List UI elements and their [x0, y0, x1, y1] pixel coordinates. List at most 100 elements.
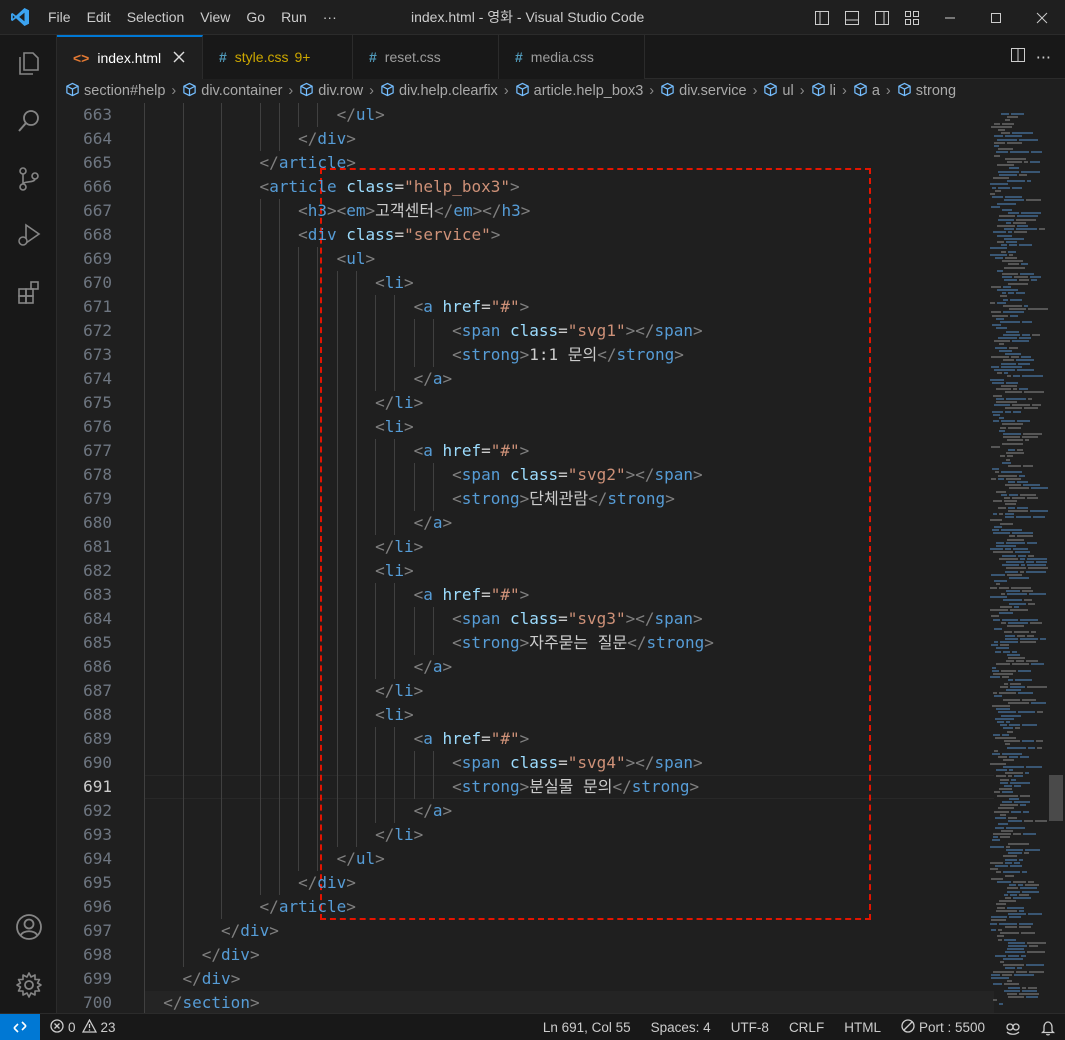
menu-item[interactable]: View — [192, 0, 238, 35]
code-line[interactable]: 697 </div> — [57, 919, 937, 943]
breadcrumb-item[interactable]: section#help › — [65, 82, 182, 101]
menu-item[interactable]: Edit — [79, 0, 119, 35]
minimap-line — [1017, 215, 1038, 218]
code-line[interactable]: 666 <article class="help_box3"> — [57, 175, 937, 199]
accounts-icon[interactable] — [0, 903, 57, 951]
tab-style-css[interactable]: # style.css 9+ — [203, 35, 353, 79]
code-line[interactable]: 676 <li> — [57, 415, 937, 439]
code-line[interactable]: 694 </ul> — [57, 847, 937, 871]
language-mode[interactable]: HTML — [834, 1014, 891, 1040]
breadcrumb-item[interactable]: a › — [853, 82, 897, 101]
toggle-secondary-sidebar-icon[interactable] — [867, 0, 897, 35]
breadcrumb-item[interactable]: div.container › — [182, 82, 299, 101]
minimap-line — [1028, 397, 1032, 400]
minimap-line — [1005, 637, 1018, 640]
code-line[interactable]: 695 </div> — [57, 871, 937, 895]
minimap-line — [1008, 945, 1027, 947]
search-icon[interactable] — [0, 97, 57, 145]
code-line[interactable]: 668 <div class="service"> — [57, 223, 937, 247]
tab-media-css[interactable]: # media.css — [499, 35, 645, 79]
code-line[interactable]: 698 </div> — [57, 943, 937, 967]
breadcrumb-item[interactable]: div.help.clearfix › — [380, 82, 515, 101]
breadcrumb-item[interactable]: li › — [811, 82, 853, 101]
minimap-line — [1005, 951, 1025, 954]
code-line[interactable]: 685 <strong>자주묻는 질문</strong> — [57, 631, 937, 655]
code-line[interactable]: 672 <span class="svg1"></span> — [57, 319, 937, 343]
run-debug-icon[interactable] — [0, 211, 57, 259]
toggle-panel-icon[interactable] — [837, 0, 867, 35]
menu-item[interactable]: File — [40, 0, 79, 35]
cursor-position[interactable]: Ln 691, Col 55 — [533, 1014, 641, 1040]
code-line[interactable]: 682 <li> — [57, 559, 937, 583]
code-line[interactable]: 687 </li> — [57, 679, 937, 703]
indent-guide — [317, 391, 319, 415]
code-line[interactable]: 690 <span class="svg4"></span> — [57, 751, 937, 775]
extensions-icon[interactable] — [0, 269, 57, 317]
remote-indicator-icon[interactable] — [0, 1013, 40, 1040]
code-editor[interactable]: 663 </ul> 664 </div> 665 </article> 666 <articl… — [57, 103, 1065, 1013]
code-line[interactable]: 677 <a href="#"> — [57, 439, 937, 463]
tab-reset-css[interactable]: # reset.css — [353, 35, 499, 79]
indentation[interactable]: Spaces: 4 — [641, 1014, 721, 1040]
notifications-bell-icon[interactable] — [1031, 1014, 1065, 1040]
settings-gear-icon[interactable] — [0, 961, 57, 1009]
code-line[interactable]: 675 </li> — [57, 391, 937, 415]
code-line[interactable]: 689 <a href="#"> — [57, 727, 937, 751]
minimap-line — [1001, 113, 1009, 115]
customize-layout-icon[interactable] — [897, 0, 927, 35]
code-line[interactable]: 664 </div> — [57, 127, 937, 151]
copilot-icon[interactable] — [995, 1014, 1031, 1040]
toggle-primary-sidebar-icon[interactable] — [807, 0, 837, 35]
code-line[interactable]: 679 <strong>단체관람</strong> — [57, 487, 937, 511]
minimap[interactable] — [960, 103, 1050, 1013]
code-line[interactable]: 684 <span class="svg3"></span> — [57, 607, 937, 631]
minimize-button[interactable] — [927, 0, 973, 35]
code-line[interactable]: 663 </ul> — [57, 103, 937, 127]
code-line[interactable]: 680 </a> — [57, 511, 937, 535]
problems-indicator[interactable]: 0 23 — [40, 1014, 126, 1040]
breadcrumb-item[interactable]: article.help_box3 › — [515, 82, 660, 101]
split-editor-icon[interactable] — [1010, 47, 1026, 67]
explorer-icon[interactable] — [0, 39, 57, 87]
more-actions-icon[interactable]: ··· — [1036, 48, 1051, 67]
code-line[interactable]: 681 </li> — [57, 535, 937, 559]
end-of-line[interactable]: CRLF — [779, 1014, 834, 1040]
code-line[interactable]: 678 <span class="svg2"></span> — [57, 463, 937, 487]
breadcrumb-item[interactable]: div.row › — [299, 82, 380, 101]
code-line[interactable]: 670 <li> — [57, 271, 937, 295]
code-line[interactable]: 692 </a> — [57, 799, 937, 823]
minimap-line — [1005, 897, 1011, 899]
breadcrumb-item[interactable]: strong — [897, 82, 956, 101]
code-line[interactable]: 665 </article> — [57, 151, 937, 175]
breadcrumb-item[interactable]: ul › — [763, 82, 810, 101]
breadcrumb-item[interactable]: div.service › — [660, 82, 763, 101]
encoding[interactable]: UTF-8 — [721, 1014, 779, 1040]
close-tab-icon[interactable] — [173, 50, 185, 66]
source-control-icon[interactable] — [0, 155, 57, 203]
code-line[interactable]: 699 </div> — [57, 967, 937, 991]
vertical-scrollbar-thumb[interactable] — [1049, 775, 1063, 821]
code-line[interactable]: 700 </section> — [57, 991, 937, 1013]
menu-item[interactable]: Go — [238, 0, 273, 35]
menu-item[interactable]: ··· — [315, 0, 345, 35]
live-server-port[interactable]: Port : 5500 — [891, 1014, 995, 1040]
close-button[interactable] — [1019, 0, 1065, 35]
tab-index-html[interactable]: <> index.html — [57, 35, 203, 79]
code-line[interactable]: 691 <strong>분실물 문의</strong> — [57, 775, 937, 799]
menu-item[interactable]: Run — [273, 0, 315, 35]
minimap-line — [1027, 180, 1031, 183]
maximize-button[interactable] — [973, 0, 1019, 35]
minimap-line — [1020, 794, 1030, 797]
code-line[interactable]: 671 <a href="#"> — [57, 295, 937, 319]
code-line[interactable]: 669 <ul> — [57, 247, 937, 271]
code-line[interactable]: 667 <h3><em>고객센터</em></h3> — [57, 199, 937, 223]
code-line[interactable]: 693 </li> — [57, 823, 937, 847]
code-line[interactable]: 688 <li> — [57, 703, 937, 727]
code-line[interactable]: 686 </a> — [57, 655, 937, 679]
code-line[interactable]: 674 </a> — [57, 367, 937, 391]
code-line[interactable]: 696 </article> — [57, 895, 937, 919]
menu-item[interactable]: Selection — [119, 0, 193, 35]
code-line[interactable]: 673 <strong>1:1 문의</strong> — [57, 343, 937, 367]
minimap-line — [1010, 609, 1028, 611]
code-line[interactable]: 683 <a href="#"> — [57, 583, 937, 607]
